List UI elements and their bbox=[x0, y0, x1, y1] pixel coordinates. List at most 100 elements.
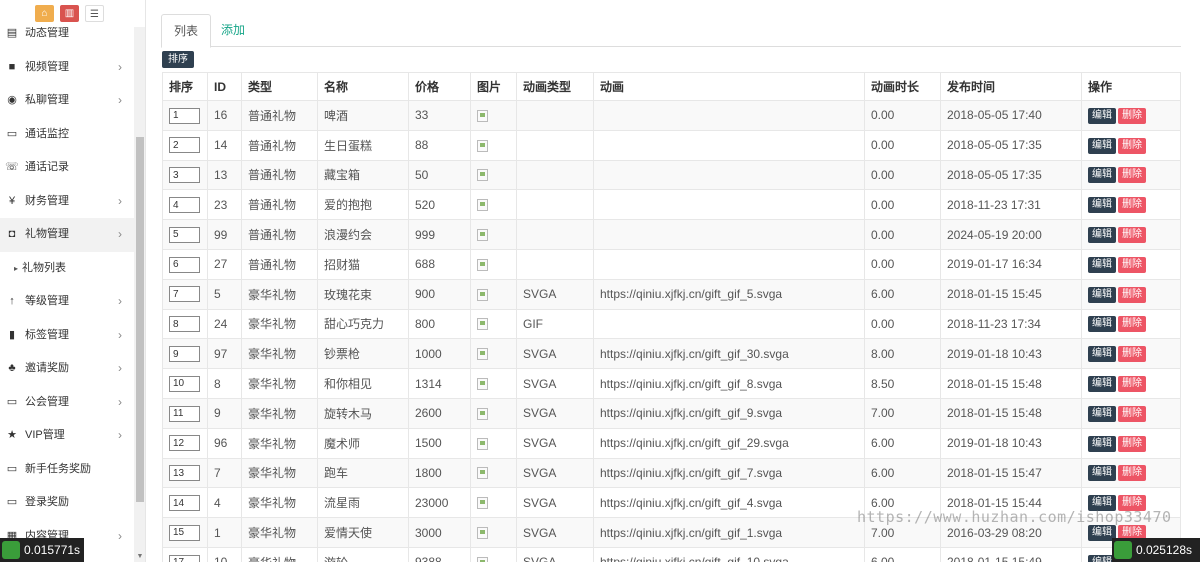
sidebar-item[interactable]: ↑ 等级管理 › bbox=[0, 285, 134, 319]
name-cell: 和你相见 bbox=[317, 368, 409, 399]
sidebar: ▤ 动态管理 ■ 视频管理 › ◉ 私聊管理 › ▭ 通话监控 ☏ 通话记录 ¥ 财务管理 › ◘ 礼物管理 › ▸… bbox=[0, 0, 146, 562]
sort-order-input[interactable] bbox=[169, 256, 200, 273]
chevron-right-icon: › bbox=[118, 59, 122, 74]
image-cell bbox=[470, 338, 517, 370]
column-header: 价格 bbox=[408, 72, 471, 101]
delete-button[interactable]: 删除 bbox=[1118, 316, 1146, 333]
tab-list[interactable]: 列表 bbox=[161, 14, 212, 48]
sidebar-item[interactable]: ★ VIP管理 › bbox=[0, 419, 134, 453]
sidebar-item[interactable]: ◉ 私聊管理 › bbox=[0, 84, 134, 118]
edit-button[interactable]: 编辑 bbox=[1088, 256, 1116, 273]
delete-button[interactable]: 删除 bbox=[1118, 346, 1146, 363]
scroll-down-arrow-icon[interactable]: ▼ bbox=[136, 553, 144, 560]
sidebar-item[interactable]: ♣ 邀请奖励 › bbox=[0, 352, 134, 386]
duration-cell: 6.00 bbox=[864, 457, 941, 489]
sort-order-input[interactable] bbox=[169, 167, 200, 184]
delete-button[interactable]: 删除 bbox=[1118, 376, 1146, 393]
animation-url-cell: https://qiniu.xjfkj.cn/gift_gif_8.svga bbox=[593, 368, 865, 399]
delete-button[interactable]: 删除 bbox=[1118, 227, 1146, 244]
sort-order-input[interactable] bbox=[169, 375, 200, 392]
broken-image-icon bbox=[477, 288, 488, 301]
trash-icon[interactable]: ▥ bbox=[60, 5, 79, 22]
sort-order-input[interactable] bbox=[169, 554, 200, 562]
sidebar-item-label: 动态管理 bbox=[25, 27, 69, 39]
sidebar-item[interactable]: ¥ 财务管理 › bbox=[0, 185, 134, 219]
sidebar-item[interactable]: ▮ 标签管理 › bbox=[0, 319, 134, 353]
star-icon: ★ bbox=[7, 429, 17, 441]
sort-cell bbox=[162, 397, 208, 429]
name-cell: 爱情天使 bbox=[317, 517, 409, 548]
sort-order-input[interactable] bbox=[169, 197, 200, 214]
sidebar-item[interactable]: ▭ 通话监控 bbox=[0, 118, 134, 152]
edit-button[interactable]: 编辑 bbox=[1088, 376, 1116, 393]
sort-order-input[interactable] bbox=[169, 405, 200, 422]
sort-order-input[interactable] bbox=[169, 286, 200, 303]
sort-order-input[interactable] bbox=[169, 346, 200, 363]
chevron-right-icon: › bbox=[118, 193, 122, 208]
sidebar-subitem-gift-list[interactable]: ▸ 礼物列表 bbox=[0, 252, 134, 286]
sort-order-input[interactable] bbox=[169, 524, 200, 541]
name-cell: 流星雨 bbox=[317, 487, 409, 519]
animation-type-cell bbox=[516, 129, 594, 161]
edit-button[interactable]: 编辑 bbox=[1088, 167, 1116, 184]
animation-type-cell: GIF bbox=[516, 308, 594, 340]
delete-button[interactable]: 删除 bbox=[1118, 435, 1146, 452]
sidebar-item[interactable]: ▭ 登录奖励 bbox=[0, 486, 134, 520]
scrollbar-thumb[interactable] bbox=[136, 137, 144, 502]
delete-button[interactable]: 删除 bbox=[1118, 137, 1146, 154]
actions-cell: 编辑删除 bbox=[1081, 129, 1181, 161]
column-header: 名称 bbox=[317, 72, 409, 101]
type-cell: 普通礼物 bbox=[241, 100, 318, 131]
price-cell: 23000 bbox=[408, 487, 471, 519]
sort-button[interactable]: 排序 bbox=[162, 51, 194, 68]
home-icon[interactable]: ⌂ bbox=[35, 5, 54, 22]
edit-button[interactable]: 编辑 bbox=[1088, 197, 1116, 214]
sidebar-scrollbar[interactable]: ▼ bbox=[134, 27, 145, 562]
edit-button[interactable]: 编辑 bbox=[1088, 405, 1116, 422]
edit-button[interactable]: 编辑 bbox=[1088, 137, 1116, 154]
sidebar-item[interactable]: ▭ 公会管理 › bbox=[0, 386, 134, 420]
delete-button[interactable]: 删除 bbox=[1118, 107, 1146, 124]
delete-button[interactable]: 删除 bbox=[1118, 286, 1146, 303]
id-cell: 8 bbox=[207, 368, 242, 399]
sidebar-item[interactable]: ☏ 通话记录 bbox=[0, 151, 134, 185]
sort-order-input[interactable] bbox=[169, 465, 200, 482]
tab-add[interactable]: 添加 bbox=[209, 14, 257, 47]
table-row: 27普通礼物招财猫6880.002019-01-17 16:34编辑删除 bbox=[162, 248, 1181, 280]
image-cell bbox=[470, 368, 517, 399]
sort-order-input[interactable] bbox=[169, 316, 200, 333]
list-icon[interactable]: ☰ bbox=[85, 5, 104, 22]
delete-button[interactable]: 删除 bbox=[1118, 405, 1146, 422]
animation-url-cell bbox=[593, 100, 865, 131]
chevron-right-icon: › bbox=[118, 93, 122, 107]
edit-button[interactable]: 编辑 bbox=[1088, 346, 1116, 363]
sort-order-input[interactable] bbox=[169, 107, 200, 124]
sort-cell bbox=[162, 129, 208, 161]
sidebar-item[interactable]: ■ 视频管理 › bbox=[0, 51, 134, 85]
price-cell: 33 bbox=[408, 100, 471, 131]
delete-button[interactable]: 删除 bbox=[1118, 256, 1146, 273]
sort-order-input[interactable] bbox=[169, 495, 200, 511]
delete-button[interactable]: 删除 bbox=[1118, 197, 1146, 214]
sort-order-input[interactable] bbox=[169, 435, 200, 452]
edit-button[interactable]: 编辑 bbox=[1088, 227, 1116, 244]
price-cell: 900 bbox=[408, 278, 471, 310]
edit-button[interactable]: 编辑 bbox=[1088, 286, 1116, 303]
gift-icon: ◘ bbox=[8, 228, 16, 240]
column-header: 动画 bbox=[593, 72, 865, 101]
edit-button[interactable]: 编辑 bbox=[1088, 316, 1116, 333]
sidebar-item[interactable]: ◘ 礼物管理 › bbox=[0, 218, 134, 252]
edit-button[interactable]: 编辑 bbox=[1088, 107, 1116, 124]
publish-time-cell: 2024-05-19 20:00 bbox=[940, 219, 1082, 250]
edit-button[interactable]: 编辑 bbox=[1088, 435, 1116, 452]
sidebar-item[interactable]: ▭ 新手任务奖励 bbox=[0, 453, 134, 487]
animation-type-cell: SVGA bbox=[516, 517, 594, 548]
animation-url-cell: https://qiniu.xjfkj.cn/gift_gif_30.svga bbox=[593, 338, 865, 370]
broken-image-icon bbox=[477, 109, 488, 122]
edit-button[interactable]: 编辑 bbox=[1088, 465, 1116, 482]
delete-button[interactable]: 删除 bbox=[1118, 465, 1146, 482]
sort-order-input[interactable] bbox=[169, 226, 200, 243]
image-cell bbox=[470, 487, 517, 519]
sort-order-input[interactable] bbox=[169, 137, 200, 154]
delete-button[interactable]: 删除 bbox=[1118, 167, 1146, 184]
